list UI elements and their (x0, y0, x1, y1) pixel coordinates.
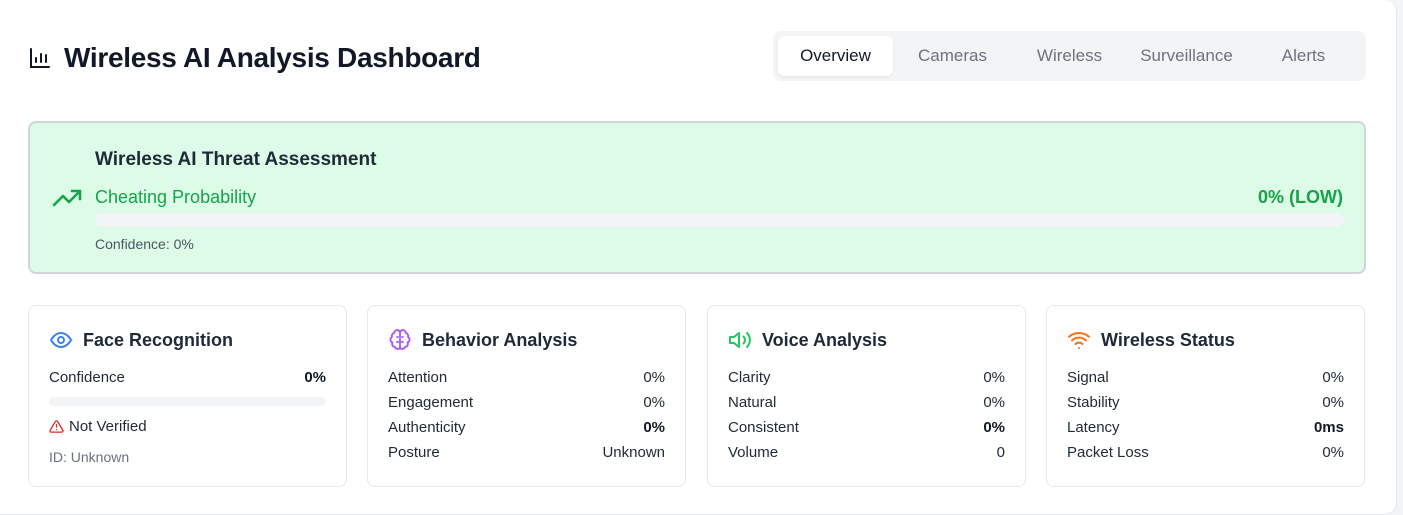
row-label: Natural (728, 393, 777, 411)
row-value: 0% (304, 368, 326, 386)
cheating-probability-value: 0% (LOW) (1258, 187, 1343, 207)
row-label: Engagement (388, 393, 474, 411)
voice-row: Consistent 0% (728, 417, 1005, 437)
card-header: Behavior Analysis (388, 328, 577, 352)
eye-icon (50, 332, 72, 348)
dashboard-panel: Wireless AI Analysis Dashboard Overview … (0, 0, 1397, 515)
row-label: Latency (1067, 418, 1120, 436)
warning-icon (49, 420, 64, 433)
tab-surveillance[interactable]: Surveillance (1129, 36, 1244, 76)
voice-row: Volume 0 (728, 442, 1005, 462)
face-confidence-row: Confidence 0% (49, 367, 326, 387)
tab-alerts[interactable]: Alerts (1246, 36, 1361, 76)
row-label: Posture (388, 443, 440, 461)
card-title: Face Recognition (83, 329, 234, 350)
wireless-row: Latency 0ms (1067, 417, 1344, 437)
card-title: Wireless Status (1101, 329, 1235, 350)
wireless-row: Stability 0% (1067, 392, 1344, 412)
cheating-probability-label: Cheating Probability (95, 187, 257, 207)
card-header: Face Recognition (49, 328, 233, 352)
row-value: 0% (1322, 393, 1344, 411)
card-header: Voice Analysis (728, 328, 887, 352)
wireless-status-card: Wireless Status Signal 0% Stability 0% L… (1046, 305, 1365, 487)
card-header: Wireless Status (1067, 328, 1235, 352)
row-value: 0 (996, 443, 1005, 461)
card-title: Voice Analysis (762, 329, 888, 350)
wireless-row: Signal 0% (1067, 367, 1344, 387)
row-value: 0% (1322, 368, 1344, 386)
tab-wireless[interactable]: Wireless (1012, 36, 1127, 76)
row-label: Volume (728, 443, 779, 461)
threat-assessment-card: Wireless AI Threat Assessment Cheating P… (28, 121, 1366, 274)
volume-icon (729, 332, 751, 348)
verification-text: Not Verified (69, 418, 147, 435)
row-label: Clarity (728, 368, 771, 386)
wifi-icon (1068, 332, 1090, 349)
behavior-row: Engagement 0% (388, 392, 665, 412)
row-value: 0% (1322, 443, 1344, 461)
row-label: Consistent (728, 418, 799, 436)
behavior-row: Authenticity 0% (388, 417, 665, 437)
brain-icon (389, 329, 411, 350)
trending-up-icon (52, 189, 82, 207)
voice-analysis-card: Voice Analysis Clarity 0% Natural 0% Con… (707, 305, 1026, 487)
row-value: 0% (643, 418, 665, 436)
row-value: Unknown (602, 443, 665, 461)
behavior-row: Posture Unknown (388, 442, 665, 462)
voice-row: Natural 0% (728, 392, 1005, 412)
row-label: Signal (1067, 368, 1109, 386)
row-value: 0% (983, 393, 1005, 411)
behavior-row: Attention 0% (388, 367, 665, 387)
row-label: Packet Loss (1067, 443, 1149, 461)
card-title: Behavior Analysis (422, 329, 578, 350)
row-value: 0ms (1313, 418, 1344, 436)
wireless-row: Packet Loss 0% (1067, 442, 1344, 462)
verification-status: Not Verified (49, 418, 147, 435)
voice-row: Clarity 0% (728, 367, 1005, 387)
tab-bar: Overview Cameras Wireless Surveillance A… (773, 31, 1366, 81)
tab-cameras[interactable]: Cameras (895, 36, 1010, 76)
threat-confidence: Confidence: 0% (95, 236, 194, 252)
row-label: Confidence (49, 368, 125, 386)
row-value: 0% (643, 393, 665, 411)
face-recognition-card: Face Recognition Confidence 0% Not Verif… (28, 305, 347, 487)
row-label: Authenticity (388, 418, 466, 436)
row-value: 0% (983, 418, 1005, 436)
behavior-analysis-card: Behavior Analysis Attention 0% Engagemen… (367, 305, 686, 487)
page-header: Wireless AI Analysis Dashboard (28, 38, 481, 78)
page-title: Wireless AI Analysis Dashboard (64, 42, 481, 73)
cheating-probability-bar (95, 213, 1344, 227)
row-value: 0% (983, 368, 1005, 386)
tab-overview[interactable]: Overview (778, 36, 893, 76)
bar-chart-icon (30, 48, 50, 68)
row-value: 0% (643, 368, 665, 386)
face-confidence-bar (49, 397, 326, 406)
threat-title: Wireless AI Threat Assessment (95, 149, 377, 170)
face-id: ID: Unknown (49, 449, 130, 465)
row-label: Stability (1067, 393, 1120, 411)
row-label: Attention (388, 368, 448, 386)
